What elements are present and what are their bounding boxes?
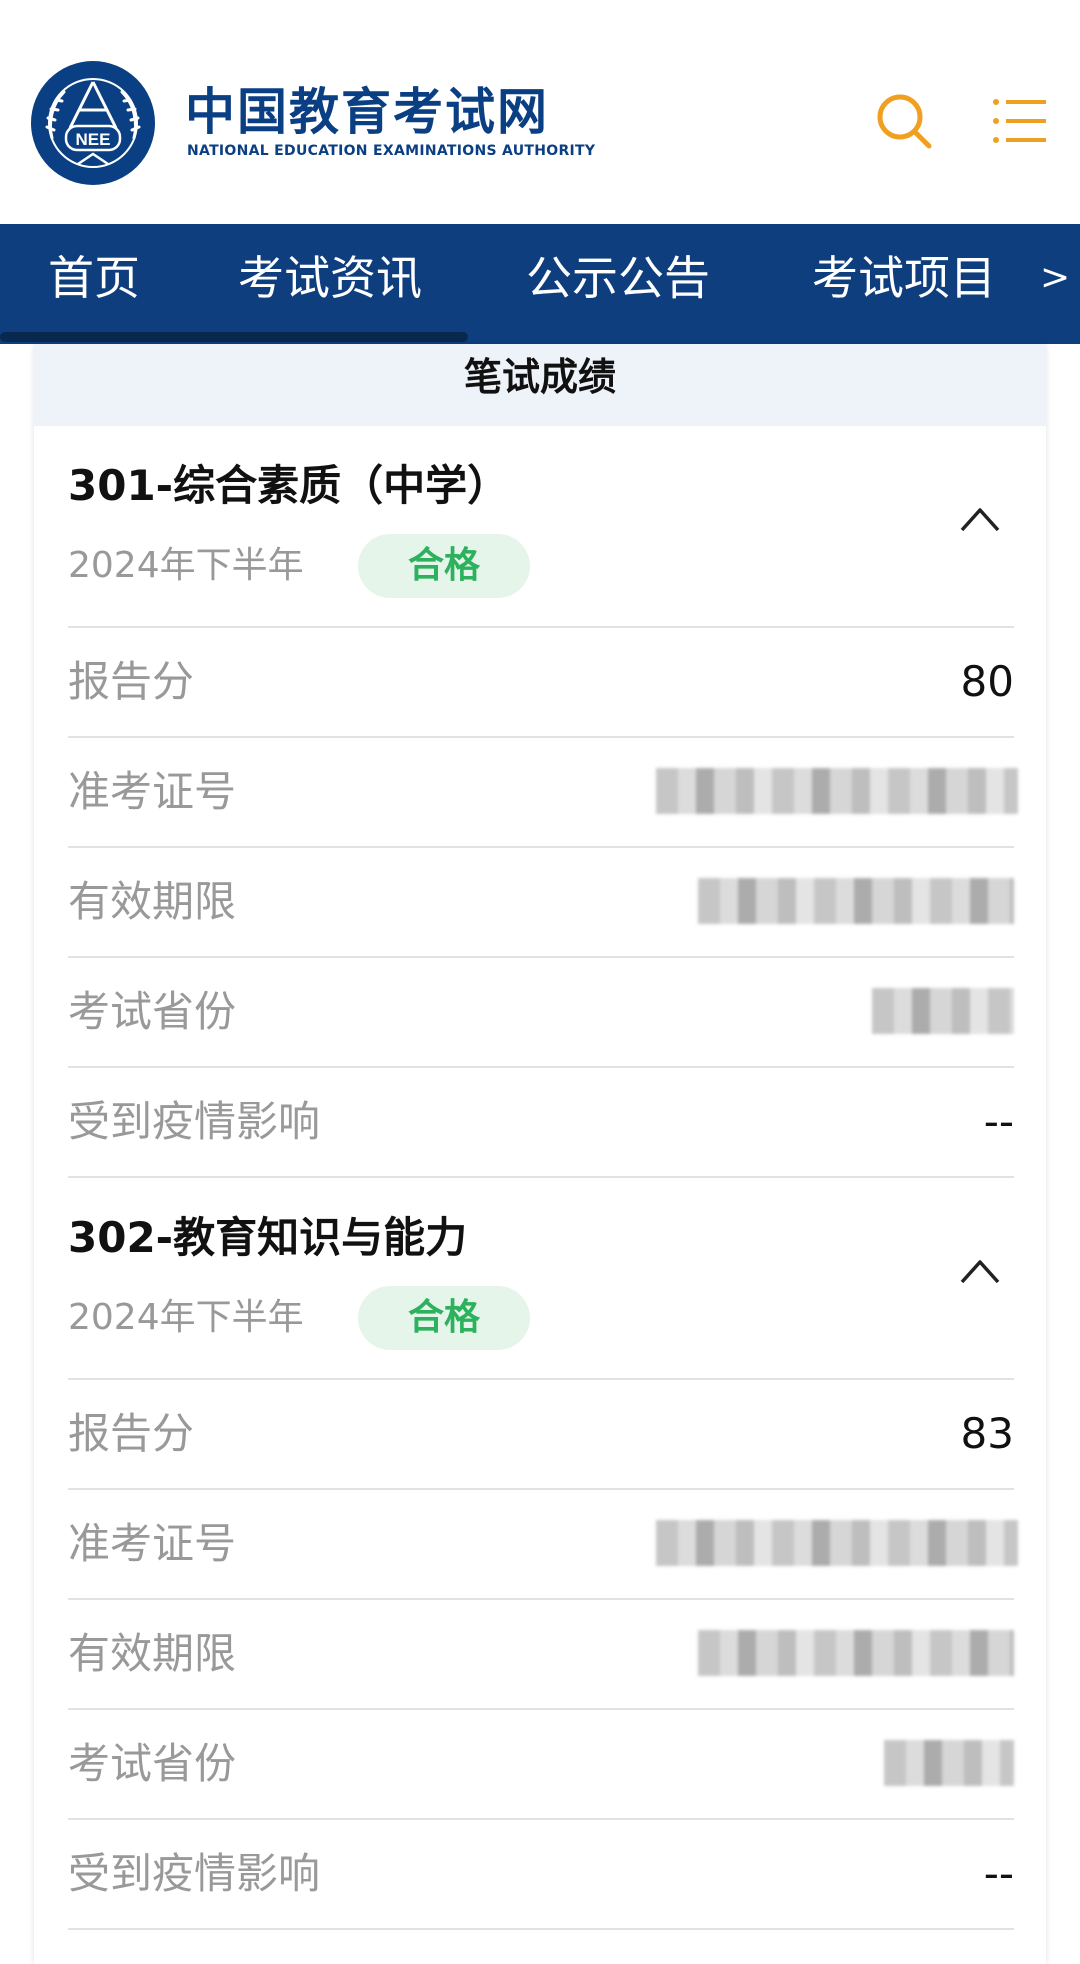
row-validity: 有效期限 (68, 846, 1014, 956)
row-validity: 有效期限 (68, 1598, 1014, 1708)
row-value: 83 (960, 1409, 1014, 1458)
site-header: NEE 中国教育考试网 NATIONAL EDUCATION EXAMINATI… (0, 0, 1080, 224)
nav-item-home[interactable]: 首页 (48, 224, 140, 344)
search-icon (877, 94, 932, 149)
row-label: 考试省份 (68, 1739, 237, 1788)
redacted-value (656, 768, 1018, 814)
collapse-button[interactable] (958, 504, 1002, 534)
nav-more-button[interactable]: > (1040, 224, 1070, 344)
nav-scrollbar[interactable] (0, 332, 468, 342)
row-admission-number: 准考证号 (68, 736, 1018, 846)
status-badge: 合格 (358, 1286, 530, 1350)
brand-title[interactable]: 中国教育考试网 (185, 82, 549, 142)
row-report-score: 报告分 83 (68, 1378, 1014, 1488)
chevron-up-icon (960, 1260, 1000, 1284)
menu-icon (993, 99, 1046, 143)
row-label: 准考证号 (68, 767, 237, 816)
row-label: 考试省份 (68, 987, 237, 1036)
nav-item-exam-news[interactable]: 考试资讯 (238, 224, 422, 344)
status-badge: 合格 (358, 534, 530, 598)
redacted-value (698, 878, 1014, 924)
row-epidemic: 受到疫情影响 -- (68, 1066, 1014, 1176)
row-label: 有效期限 (68, 1629, 237, 1678)
row-value: -- (983, 1097, 1014, 1146)
row-province: 考试省份 (68, 1708, 1014, 1818)
nea-seal-logo[interactable]: NEE (30, 60, 156, 186)
divider (68, 1176, 1014, 1178)
row-epidemic: 受到疫情影响 -- (68, 1818, 1014, 1928)
redacted-value (656, 1520, 1018, 1566)
subject-term: 2024年下半年 (68, 545, 304, 586)
main-nav: 首页 考试资讯 公示公告 考试项目 > (0, 224, 1080, 344)
row-label: 报告分 (68, 657, 195, 706)
nav-item-notices[interactable]: 公示公告 (526, 224, 710, 344)
row-province: 考试省份 (68, 956, 1014, 1066)
row-value: -- (983, 1849, 1014, 1898)
subject-title: 301-综合素质（中学） (68, 461, 510, 510)
redacted-value (698, 1630, 1014, 1676)
redacted-value (872, 988, 1014, 1034)
search-button[interactable] (875, 92, 933, 150)
card-title: 笔试成绩 (34, 344, 1046, 426)
subject-title: 302-教育知识与能力 (68, 1213, 468, 1262)
row-admission-number: 准考证号 (68, 1488, 1018, 1598)
subject-term: 2024年下半年 (68, 1297, 304, 1338)
row-label: 有效期限 (68, 877, 237, 926)
row-report-score: 报告分 80 (68, 626, 1014, 736)
redacted-value (884, 1740, 1014, 1786)
menu-button[interactable] (992, 96, 1048, 146)
nav-item-exam-projects[interactable]: 考试项目 (812, 224, 996, 344)
divider (68, 1928, 1014, 1930)
brand-subtitle: NATIONAL EDUCATION EXAMINATIONS AUTHORIT… (187, 143, 596, 159)
row-label: 准考证号 (68, 1519, 237, 1568)
seal-text: NEE (76, 130, 111, 149)
row-value: 80 (960, 657, 1014, 706)
chevron-up-icon (960, 508, 1000, 532)
score-card: 笔试成绩 301-综合素质（中学） 2024年下半年 合格 报告分 80 准考证… (34, 344, 1046, 1964)
row-label: 受到疫情影响 (68, 1849, 321, 1898)
collapse-button[interactable] (958, 1256, 1002, 1286)
row-label: 报告分 (68, 1409, 195, 1458)
row-label: 受到疫情影响 (68, 1097, 321, 1146)
